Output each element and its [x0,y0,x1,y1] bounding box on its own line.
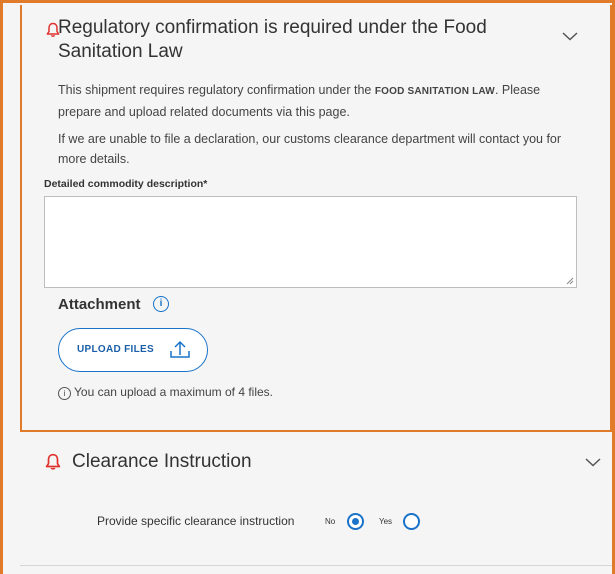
option-no-label: No [325,517,336,526]
radio-no[interactable] [347,513,364,530]
max-files-note: i You can upload a maximum of 4 files. [58,385,273,400]
chevron-down-icon[interactable] [562,32,578,41]
option-yes-label: Yes [379,517,393,526]
upload-icon [170,340,190,358]
upload-files-label: UPLOAD FILES [77,344,154,355]
intro-paragraph: This shipment requires regulatory confir… [58,83,541,119]
section-title: Regulatory confirmation is required unde… [58,17,487,62]
chevron-down-icon[interactable] [585,458,601,467]
section-divider [20,565,612,566]
radio-yes[interactable] [403,513,420,530]
resize-handle-icon[interactable] [566,277,574,285]
commodity-description-input[interactable] [44,196,577,288]
info-small-icon: i [58,387,71,400]
upload-files-button[interactable]: UPLOAD FILES [58,328,208,372]
info-icon[interactable]: i [153,296,169,312]
contact-paragraph: If we are unable to file a declaration, … [58,132,562,166]
clearance-question: Provide specific clearance instruction [97,514,295,528]
bell-icon [45,453,61,470]
clearance-section-title: Clearance Instruction [72,451,252,472]
attachment-label: Attachment [58,296,141,313]
commodity-description-label: Detailed commodity description* [44,178,208,190]
